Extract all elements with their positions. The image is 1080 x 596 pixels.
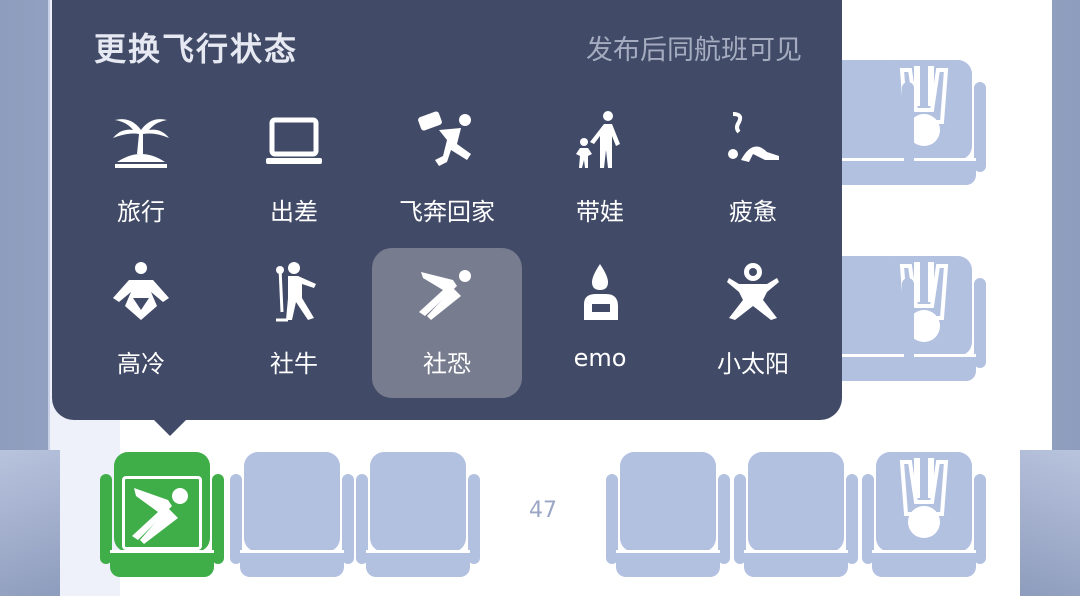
popup-hint: 发布后同航班可见 <box>586 35 802 66</box>
cabin-wall-left <box>0 450 60 596</box>
status-option-little-sun[interactable]: 小太阳 <box>678 248 828 398</box>
status-option-tired[interactable]: 疲惫 <box>678 96 828 246</box>
parent-with-child-icon <box>576 111 620 168</box>
status-label: emo <box>573 344 627 372</box>
status-label: 高冷 <box>117 350 165 378</box>
status-option-emo[interactable]: emo <box>525 248 675 398</box>
status-label: 小太阳 <box>717 350 789 378</box>
status-label: 旅行 <box>117 198 165 226</box>
my-seat[interactable] <box>100 452 224 577</box>
singing-person-icon <box>276 262 316 322</box>
status-grid: 旅行 出差 飞奔回家 带娃 疲惫 高冷 社牛 社恐 emo 小太阳 <box>66 96 828 398</box>
status-label: 飞奔回家 <box>399 198 495 226</box>
passenger-icon <box>899 458 949 538</box>
status-label: 疲惫 <box>729 198 777 226</box>
status-option-rush-home[interactable]: 飞奔回家 <box>372 96 522 246</box>
row-number: 47 <box>529 498 557 523</box>
seat-occupied[interactable] <box>862 452 986 577</box>
hugging-knees-person-icon <box>584 264 618 320</box>
exhausted-person-icon <box>728 112 779 162</box>
status-label: 带娃 <box>576 198 624 226</box>
palm-tree-icon <box>113 119 169 168</box>
sliding-person-icon <box>132 488 188 544</box>
seat-empty[interactable] <box>230 452 354 577</box>
sliding-person-icon <box>419 270 471 320</box>
status-option-with-kids[interactable]: 带娃 <box>525 96 675 246</box>
cabin-wall-right <box>1020 450 1080 596</box>
status-option-social-anxiety[interactable]: 社恐 <box>372 248 522 398</box>
status-option-social-butterfly[interactable]: 社牛 <box>219 248 369 398</box>
status-option-business-trip[interactable]: 出差 <box>219 96 369 246</box>
seat-empty[interactable] <box>356 452 480 577</box>
laptop-icon <box>266 117 322 164</box>
status-option-travel[interactable]: 旅行 <box>66 96 216 246</box>
seat-empty[interactable] <box>606 452 730 577</box>
seat-empty[interactable] <box>734 452 858 577</box>
running-with-luggage-icon <box>418 111 471 166</box>
status-label: 出差 <box>270 198 318 226</box>
popup-pointer <box>152 418 188 436</box>
popup-title: 更换飞行状态 <box>94 30 299 68</box>
status-label: 社牛 <box>270 350 318 378</box>
status-option-aloof[interactable]: 高冷 <box>66 248 216 398</box>
status-label: 社恐 <box>423 350 471 378</box>
cross-legged-person-icon <box>113 262 169 320</box>
sun-flower-person-icon <box>727 263 779 320</box>
flight-status-popup: 更换飞行状态 发布后同航班可见 旅行 出差 飞奔回家 带娃 疲惫 高冷 社牛 社… <box>52 0 842 420</box>
